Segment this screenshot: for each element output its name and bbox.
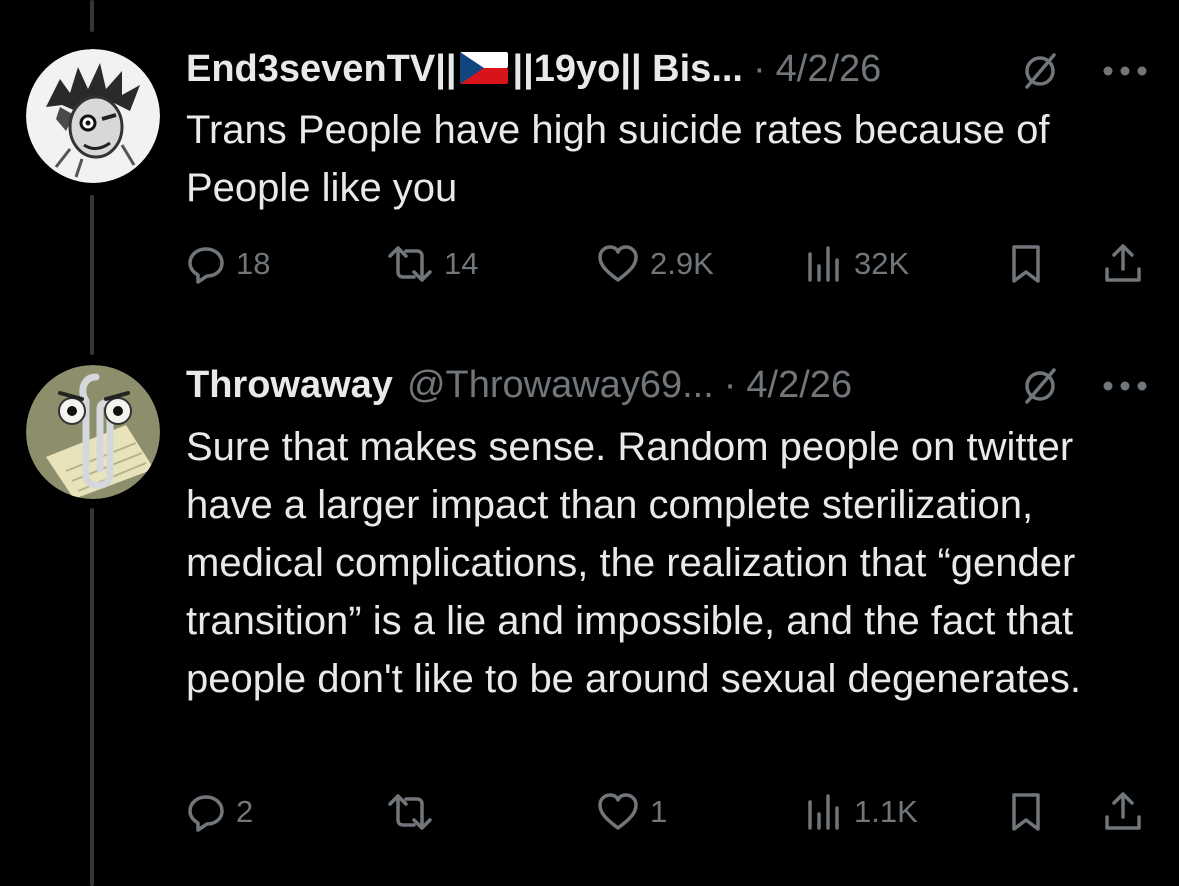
views-button[interactable]: 32K: [804, 234, 909, 294]
display-name-suffix[interactable]: ||19yo|| Bis...: [512, 48, 743, 91]
reply-count: 18: [236, 246, 271, 281]
views-count: 32K: [854, 246, 910, 281]
bookmark-icon: [1012, 245, 1040, 283]
post-date[interactable]: 4/2/26: [746, 364, 852, 407]
action-bar: 2 1 1.1K: [186, 782, 1146, 842]
share-button[interactable]: [1102, 782, 1144, 842]
repost-icon: [388, 794, 432, 830]
like-count: 2.9K: [650, 246, 714, 281]
bookmark-button[interactable]: [1006, 234, 1046, 294]
thread-line-middle: [90, 195, 94, 355]
user-handle[interactable]: @Throwaway69...: [407, 364, 714, 407]
views-count: 1.1K: [854, 794, 918, 829]
thread-line-top: [90, 0, 94, 32]
separator-dot: ·: [753, 47, 766, 90]
thread-line-bottom: [90, 508, 94, 886]
more-options-icon[interactable]: [1100, 54, 1150, 88]
reply-count: 2: [236, 794, 254, 829]
bookmark-button[interactable]: [1006, 782, 1046, 842]
post-header: Throwaway @Throwaway69... · 4/2/26: [186, 360, 852, 410]
heart-icon: [598, 245, 638, 282]
like-button[interactable]: 2.9K: [596, 234, 714, 294]
more-options-icon[interactable]: [1100, 369, 1150, 403]
post-header: End3sevenTV|| ||19yo|| Bis... · 4/2/26: [186, 44, 881, 94]
share-button[interactable]: [1102, 234, 1144, 294]
repost-button[interactable]: 14: [386, 234, 478, 294]
views-icon: [808, 246, 839, 282]
display-name[interactable]: End3sevenTV||: [186, 48, 456, 91]
separator-dot: ·: [723, 363, 737, 406]
heart-icon: [598, 793, 638, 830]
reply-button[interactable]: 18: [186, 234, 270, 294]
views-icon: [808, 794, 839, 830]
repost-icon: [388, 246, 432, 282]
avatar[interactable]: [26, 49, 160, 183]
grok-icon[interactable]: [1018, 49, 1062, 93]
repost-count: 14: [444, 246, 479, 281]
grok-icon[interactable]: [1018, 364, 1062, 408]
reply-icon: [188, 247, 224, 284]
bookmark-icon: [1012, 793, 1040, 831]
like-button[interactable]: 1: [596, 782, 667, 842]
czech-flag-icon: [460, 51, 509, 84]
like-count: 1: [650, 794, 668, 829]
share-icon: [1105, 792, 1141, 830]
views-button[interactable]: 1.1K: [804, 782, 918, 842]
repost-button[interactable]: [386, 782, 444, 842]
avatar[interactable]: [26, 365, 160, 499]
post-text: Sure that makes sense. Random people on …: [186, 425, 1081, 701]
post-date[interactable]: 4/2/26: [776, 48, 882, 91]
share-icon: [1105, 244, 1141, 282]
reply-icon: [188, 795, 224, 832]
reply-button[interactable]: 2: [186, 782, 253, 842]
post-text: Trans People have high suicide rates bec…: [186, 108, 1050, 210]
action-bar: 18 14 2.9K 32K: [186, 234, 1146, 294]
display-name[interactable]: Throwaway: [186, 364, 393, 407]
